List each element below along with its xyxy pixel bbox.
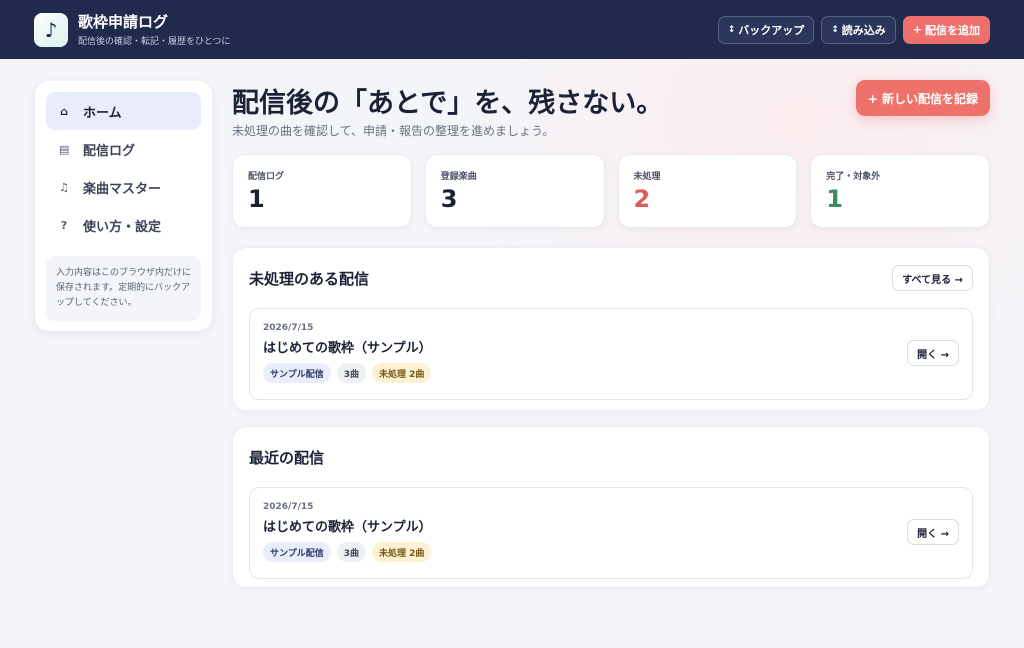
storage-note: 入力内容はこのブラウザ内だけに保存されます。定期的にバックアップしてください。 [46, 256, 201, 321]
sidebar-item-song-master[interactable]: ♫ 楽曲マスター [46, 168, 201, 206]
tag-sample: サンプル配信 [263, 363, 331, 383]
panel-title: 未処理のある配信 [249, 269, 370, 288]
updown-arrow-icon: ↕ [831, 24, 839, 35]
stat-label: 完了・対象外 [826, 172, 881, 182]
open-button[interactable]: 開く → [907, 340, 959, 366]
brand: 歌枠申請ログ 配信後の確認・転記・履歴をひとつに [78, 13, 230, 47]
music-note-icon: ♪ [34, 12, 68, 47]
sidebar-item-stream-log[interactable]: ▤ 配信ログ [46, 130, 201, 168]
stats-row: 配信ログ 1 登録楽曲 3 未処理 2 完了・対象外 1 [232, 154, 990, 228]
stat-value: 1 [248, 185, 265, 213]
question-icon: ? [60, 218, 68, 232]
stat-label: 登録楽曲 [440, 172, 477, 182]
stat-label: 配信ログ [248, 172, 285, 182]
stat-card-done: 完了・対象外 1 [810, 154, 990, 228]
stat-card-pending: 未処理 2 [617, 154, 798, 228]
stream-title: はじめての歌枠（サンプル） [263, 520, 432, 535]
sidebar-item-label: 配信ログ [83, 143, 136, 159]
tag-pending-count: 未処理 2曲 [372, 363, 432, 383]
stat-value: 3 [440, 185, 458, 213]
header-actions: ↕ バックアップ ↕ 読み込み + 配信を追加 [717, 15, 990, 44]
add-stream-button[interactable]: + 配信を追加 [902, 15, 990, 44]
backup-label: バックアップ [738, 23, 805, 37]
panel-header: 最近の配信 [249, 427, 973, 487]
stat-label: 未処理 [633, 172, 661, 182]
stat-value: 2 [633, 185, 651, 213]
tag-pending-count: 未処理 2曲 [372, 542, 432, 562]
panel-header: 未処理のある配信 すべて見る → [249, 248, 973, 308]
content-area: ⌂ ホーム ▤ 配信ログ ♫ 楽曲マスター ? 使い方・設定 入力内容はこのブラ… [0, 59, 1024, 648]
tag-list: サンプル配信 3曲 未処理 2曲 [263, 363, 959, 383]
sidebar: ⌂ ホーム ▤ 配信ログ ♫ 楽曲マスター ? 使い方・設定 入力内容はこのブラ… [35, 81, 212, 331]
sidebar-item-help-settings[interactable]: ? 使い方・設定 [46, 206, 201, 244]
sidebar-item-label: 使い方・設定 [83, 219, 162, 235]
stat-card-stream-log: 配信ログ 1 [232, 154, 412, 228]
stream-date: 2026/7/15 [263, 323, 314, 333]
tag-song-count: 3曲 [336, 542, 366, 562]
stream-date: 2026/7/15 [263, 502, 314, 512]
new-stream-button[interactable]: + 新しい配信を記録 [855, 80, 990, 116]
list-icon: ▤ [59, 142, 70, 156]
plus-icon: + [912, 23, 922, 36]
stream-card[interactable]: 2026/7/15 はじめての歌枠（サンプル） サンプル配信 3曲 未処理 2曲… [249, 308, 973, 400]
app-subtitle: 配信後の確認・転記・履歴をひとつに [78, 36, 231, 47]
backup-button[interactable]: ↕ バックアップ [717, 15, 815, 44]
page-subtitle: 未処理の曲を確認して、申請・報告の整理を進めましょう。 [232, 124, 555, 138]
tag-list: サンプル配信 3曲 未処理 2曲 [263, 542, 959, 562]
home-icon: ⌂ [60, 104, 68, 118]
pending-streams-panel: 未処理のある配信 すべて見る → 2026/7/15 はじめての歌枠（サンプル）… [232, 247, 990, 411]
import-button[interactable]: ↕ 読み込み [821, 15, 896, 44]
add-stream-label: 配信を追加 [925, 23, 980, 37]
import-label: 読み込み [841, 23, 886, 37]
tag-sample: サンプル配信 [263, 542, 331, 562]
stat-card-songs: 登録楽曲 3 [424, 154, 605, 228]
page-title: 配信後の「あとで」を、残さない。 [232, 88, 664, 119]
stat-value: 1 [826, 185, 843, 213]
stream-card[interactable]: 2026/7/15 はじめての歌枠（サンプル） サンプル配信 3曲 未処理 2曲… [249, 487, 973, 579]
app-title: 歌枠申請ログ [78, 12, 169, 31]
updown-arrow-icon: ↕ [727, 24, 736, 35]
panel-title: 最近の配信 [249, 448, 325, 467]
stream-title: はじめての歌枠（サンプル） [263, 341, 432, 356]
sidebar-item-label: ホーム [83, 105, 122, 121]
recent-streams-panel: 最近の配信 2026/7/15 はじめての歌枠（サンプル） サンプル配信 3曲 … [232, 426, 990, 588]
app-header: ♪ 歌枠申請ログ 配信後の確認・転記・履歴をひとつに ↕ バックアップ ↕ 読み… [0, 0, 1024, 59]
sidebar-item-label: 楽曲マスター [83, 181, 162, 197]
tag-song-count: 3曲 [336, 363, 366, 383]
see-all-button[interactable]: すべて見る → [892, 265, 973, 291]
sidebar-item-home[interactable]: ⌂ ホーム [46, 92, 201, 130]
open-button[interactable]: 開く → [907, 519, 959, 545]
music-icon: ♫ [59, 180, 69, 194]
